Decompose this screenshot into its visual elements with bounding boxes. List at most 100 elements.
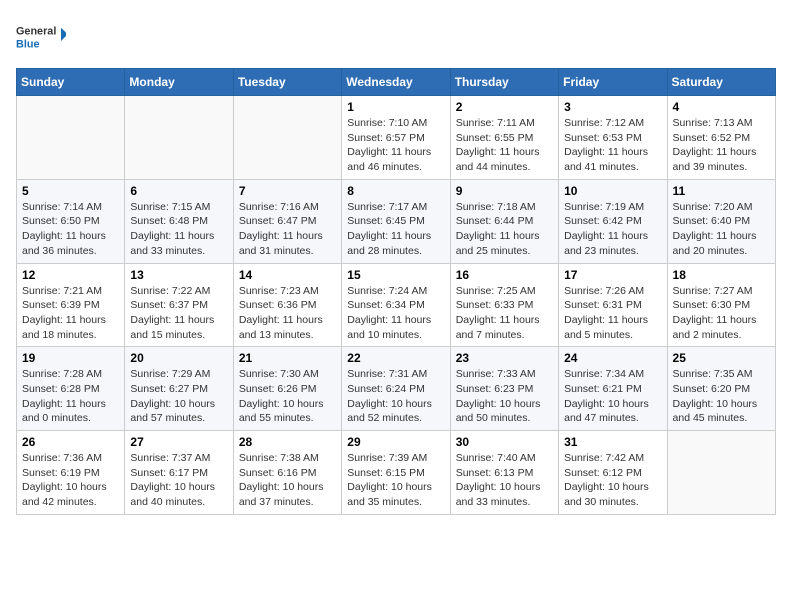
day-info: Sunrise: 7:23 AMSunset: 6:36 PMDaylight:… [239, 284, 336, 343]
day-cell: 12 Sunrise: 7:21 AMSunset: 6:39 PMDayligh… [17, 263, 125, 347]
day-number: 17 [564, 268, 661, 282]
day-cell: 15 Sunrise: 7:24 AMSunset: 6:34 PMDayligh… [342, 263, 450, 347]
day-info: Sunrise: 7:22 AMSunset: 6:37 PMDaylight:… [130, 284, 227, 343]
day-number: 28 [239, 435, 336, 449]
day-cell: 9 Sunrise: 7:18 AMSunset: 6:44 PMDaylight… [450, 179, 558, 263]
day-info: Sunrise: 7:24 AMSunset: 6:34 PMDaylight:… [347, 284, 444, 343]
svg-text:General: General [16, 25, 56, 37]
day-info: Sunrise: 7:21 AMSunset: 6:39 PMDaylight:… [22, 284, 119, 343]
day-number: 18 [673, 268, 770, 282]
day-cell [17, 96, 125, 180]
day-cell: 2 Sunrise: 7:11 AMSunset: 6:55 PMDaylight… [450, 96, 558, 180]
day-header-sunday: Sunday [17, 69, 125, 96]
day-info: Sunrise: 7:20 AMSunset: 6:40 PMDaylight:… [673, 200, 770, 259]
day-info: Sunrise: 7:12 AMSunset: 6:53 PMDaylight:… [564, 116, 661, 175]
day-number: 23 [456, 351, 553, 365]
day-number: 16 [456, 268, 553, 282]
day-number: 21 [239, 351, 336, 365]
day-cell: 18 Sunrise: 7:27 AMSunset: 6:30 PMDayligh… [667, 263, 775, 347]
day-info: Sunrise: 7:36 AMSunset: 6:19 PMDaylight:… [22, 451, 119, 510]
day-number: 26 [22, 435, 119, 449]
day-cell: 8 Sunrise: 7:17 AMSunset: 6:45 PMDaylight… [342, 179, 450, 263]
calendar-header-row: SundayMondayTuesdayWednesdayThursdayFrid… [17, 69, 776, 96]
logo: General Blue [16, 16, 66, 56]
day-info: Sunrise: 7:17 AMSunset: 6:45 PMDaylight:… [347, 200, 444, 259]
day-info: Sunrise: 7:38 AMSunset: 6:16 PMDaylight:… [239, 451, 336, 510]
day-header-thursday: Thursday [450, 69, 558, 96]
day-info: Sunrise: 7:15 AMSunset: 6:48 PMDaylight:… [130, 200, 227, 259]
day-cell: 13 Sunrise: 7:22 AMSunset: 6:37 PMDayligh… [125, 263, 233, 347]
day-number: 9 [456, 184, 553, 198]
day-cell [233, 96, 341, 180]
day-info: Sunrise: 7:40 AMSunset: 6:13 PMDaylight:… [456, 451, 553, 510]
day-cell: 27 Sunrise: 7:37 AMSunset: 6:17 PMDayligh… [125, 431, 233, 515]
day-header-monday: Monday [125, 69, 233, 96]
day-cell: 26 Sunrise: 7:36 AMSunset: 6:19 PMDayligh… [17, 431, 125, 515]
day-number: 11 [673, 184, 770, 198]
day-info: Sunrise: 7:27 AMSunset: 6:30 PMDaylight:… [673, 284, 770, 343]
day-number: 2 [456, 100, 553, 114]
day-info: Sunrise: 7:13 AMSunset: 6:52 PMDaylight:… [673, 116, 770, 175]
day-cell: 31 Sunrise: 7:42 AMSunset: 6:12 PMDayligh… [559, 431, 667, 515]
day-number: 8 [347, 184, 444, 198]
day-number: 10 [564, 184, 661, 198]
day-header-tuesday: Tuesday [233, 69, 341, 96]
day-number: 13 [130, 268, 227, 282]
day-cell [667, 431, 775, 515]
day-info: Sunrise: 7:42 AMSunset: 6:12 PMDaylight:… [564, 451, 661, 510]
day-cell: 4 Sunrise: 7:13 AMSunset: 6:52 PMDaylight… [667, 96, 775, 180]
page-header: General Blue [16, 16, 776, 56]
week-row-4: 19Sunrise: 7:28 AMSunset: 6:28 PMDayligh… [17, 347, 776, 431]
day-header-saturday: Saturday [667, 69, 775, 96]
day-number: 31 [564, 435, 661, 449]
day-cell: 1 Sunrise: 7:10 AMSunset: 6:57 PMDaylight… [342, 96, 450, 180]
day-cell [125, 96, 233, 180]
day-info: Sunrise: 7:25 AMSunset: 6:33 PMDaylight:… [456, 284, 553, 343]
day-number: 29 [347, 435, 444, 449]
day-cell: 29Sunrise: 7:39 AMSunset: 6:15 PMDayligh… [342, 431, 450, 515]
day-number: 30 [456, 435, 553, 449]
day-number: 20 [130, 351, 227, 365]
day-cell: 16 Sunrise: 7:25 AMSunset: 6:33 PMDayligh… [450, 263, 558, 347]
day-cell: 11 Sunrise: 7:20 AMSunset: 6:40 PMDayligh… [667, 179, 775, 263]
week-row-5: 26 Sunrise: 7:36 AMSunset: 6:19 PMDayligh… [17, 431, 776, 515]
day-info: Sunrise: 7:14 AMSunset: 6:50 PMDaylight:… [22, 200, 119, 259]
day-info: Sunrise: 7:11 AMSunset: 6:55 PMDaylight:… [456, 116, 553, 175]
day-number: 6 [130, 184, 227, 198]
day-cell: 10 Sunrise: 7:19 AMSunset: 6:42 PMDayligh… [559, 179, 667, 263]
day-number: 3 [564, 100, 661, 114]
day-info: Sunrise: 7:33 AMSunset: 6:23 PMDaylight:… [456, 367, 553, 426]
day-info: Sunrise: 7:10 AMSunset: 6:57 PMDaylight:… [347, 116, 444, 175]
day-info: Sunrise: 7:37 AMSunset: 6:17 PMDaylight:… [130, 451, 227, 510]
day-number: 19 [22, 351, 119, 365]
day-info: Sunrise: 7:31 AMSunset: 6:24 PMDaylight:… [347, 367, 444, 426]
logo-svg: General Blue [16, 16, 66, 56]
day-cell: 21 Sunrise: 7:30 AMSunset: 6:26 PMDayligh… [233, 347, 341, 431]
day-cell: 28 Sunrise: 7:38 AMSunset: 6:16 PMDayligh… [233, 431, 341, 515]
day-number: 15 [347, 268, 444, 282]
day-number: 1 [347, 100, 444, 114]
day-cell: 14Sunrise: 7:23 AMSunset: 6:36 PMDayligh… [233, 263, 341, 347]
day-cell: 30 Sunrise: 7:40 AMSunset: 6:13 PMDayligh… [450, 431, 558, 515]
day-number: 5 [22, 184, 119, 198]
day-header-wednesday: Wednesday [342, 69, 450, 96]
day-number: 7 [239, 184, 336, 198]
day-cell: 20Sunrise: 7:29 AMSunset: 6:27 PMDayligh… [125, 347, 233, 431]
day-number: 25 [673, 351, 770, 365]
week-row-3: 12 Sunrise: 7:21 AMSunset: 6:39 PMDayligh… [17, 263, 776, 347]
day-cell: 23 Sunrise: 7:33 AMSunset: 6:23 PMDayligh… [450, 347, 558, 431]
day-number: 24 [564, 351, 661, 365]
day-info: Sunrise: 7:30 AMSunset: 6:26 PMDaylight:… [239, 367, 336, 426]
day-number: 12 [22, 268, 119, 282]
day-info: Sunrise: 7:35 AMSunset: 6:20 PMDaylight:… [673, 367, 770, 426]
day-cell: 22Sunrise: 7:31 AMSunset: 6:24 PMDayligh… [342, 347, 450, 431]
day-number: 4 [673, 100, 770, 114]
day-cell: 7 Sunrise: 7:16 AMSunset: 6:47 PMDaylight… [233, 179, 341, 263]
week-row-1: 1 Sunrise: 7:10 AMSunset: 6:57 PMDaylight… [17, 96, 776, 180]
day-number: 27 [130, 435, 227, 449]
day-info: Sunrise: 7:18 AMSunset: 6:44 PMDaylight:… [456, 200, 553, 259]
day-info: Sunrise: 7:19 AMSunset: 6:42 PMDaylight:… [564, 200, 661, 259]
day-info: Sunrise: 7:16 AMSunset: 6:47 PMDaylight:… [239, 200, 336, 259]
day-cell: 25 Sunrise: 7:35 AMSunset: 6:20 PMDayligh… [667, 347, 775, 431]
day-info: Sunrise: 7:34 AMSunset: 6:21 PMDaylight:… [564, 367, 661, 426]
